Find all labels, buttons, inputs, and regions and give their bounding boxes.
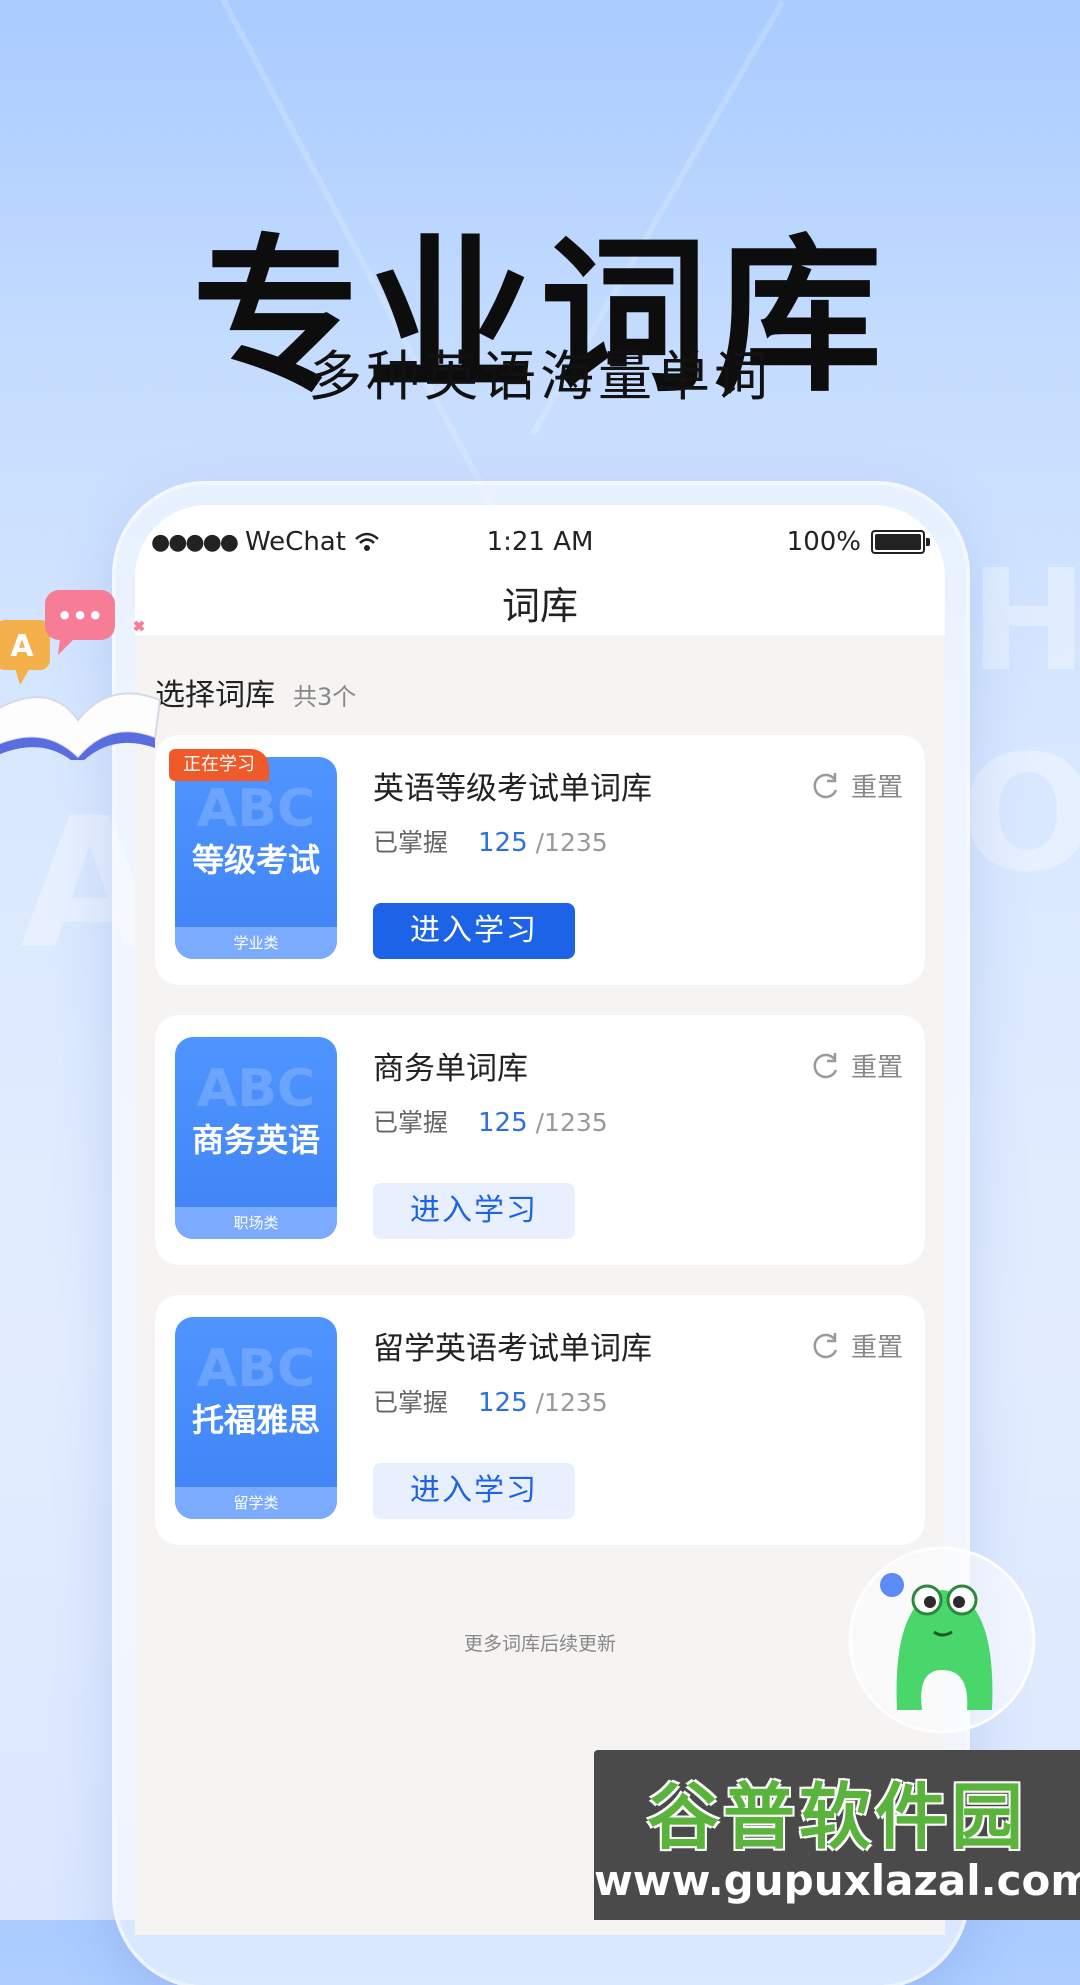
enter-study-button[interactable]: 进入学习	[373, 1183, 575, 1239]
bubble-letter: A	[10, 629, 34, 664]
mastered-count: 125	[478, 828, 528, 858]
hero-subtitle: 多种英语海量单词	[308, 345, 772, 408]
watermark-title: 谷普软件园	[646, 1775, 1027, 1859]
cover-category: 职场类	[175, 1207, 337, 1239]
total-count: /1235	[535, 1388, 608, 1417]
battery-info: 100%	[786, 527, 930, 557]
wordbank-cover: ABC 等级考试 学业类	[175, 757, 337, 959]
reset-button[interactable]: 重置	[809, 1327, 903, 1364]
site-watermark: 谷普软件园 www.gupuxlazal.com	[594, 1750, 1080, 1920]
refresh-icon	[813, 772, 838, 798]
cover-category: 留学类	[175, 1487, 337, 1519]
reset-label: 重置	[850, 1333, 903, 1363]
cover-watermark: ABC	[196, 1059, 316, 1119]
more-wordbanks-note: 更多词库后续更新	[463, 1633, 616, 1655]
mastered-count: 125	[478, 1388, 528, 1418]
progress-info: 已掌握 125 /1235	[373, 823, 608, 859]
total-count: /1235	[535, 828, 608, 857]
section-header: 选择词库 共3个	[155, 670, 356, 714]
page-title: 词库	[501, 584, 578, 628]
mastered-label: 已掌握	[373, 1388, 449, 1417]
cover-category: 学业类	[175, 927, 337, 959]
wordbank-name: 商务单词库	[373, 1051, 528, 1087]
mastered-count: 125	[478, 1108, 528, 1138]
mascot-illustration	[848, 1546, 1036, 1734]
cover-title: 商务英语	[191, 1121, 320, 1159]
cover-title: 托福雅思	[191, 1401, 320, 1439]
progress-info: 已掌握 125 /1235	[373, 1103, 608, 1139]
reset-button[interactable]: 重置	[809, 1047, 903, 1084]
mastered-label: 已掌握	[373, 828, 449, 857]
total-count: /1235	[535, 1108, 608, 1137]
enter-study-button[interactable]: 进入学习	[373, 903, 575, 959]
reset-label: 重置	[850, 773, 903, 803]
battery-percent: 100%	[786, 527, 861, 557]
mastered-label: 已掌握	[373, 1108, 449, 1137]
wordbank-name: 英语等级考试单词库	[373, 771, 652, 807]
reset-label: 重置	[850, 1053, 903, 1083]
learning-badge: 正在学习	[169, 749, 269, 781]
wordbank-cover: ABC 托福雅思 留学类	[175, 1317, 337, 1519]
section-count: 共3个	[293, 683, 357, 711]
wordbank-name: 留学英语考试单词库	[373, 1331, 652, 1367]
progress-info: 已掌握 125 /1235	[373, 1383, 608, 1419]
book-illustration: A •••	[0, 590, 162, 760]
refresh-icon	[813, 1332, 838, 1358]
wordbank-card[interactable]: ABC 商务英语 职场类 商务单词库 已掌握 125 /1235 重置 进入学习	[155, 1015, 925, 1265]
bubble-dots: •••	[57, 602, 103, 630]
wordbank-card[interactable]: ABC 托福雅思 留学类 留学英语考试单词库 已掌握 125 /1235 重置 …	[155, 1295, 925, 1545]
cover-title: 等级考试	[191, 841, 320, 879]
battery-icon	[871, 530, 930, 554]
refresh-icon	[813, 1052, 838, 1078]
watermark-url: www.gupuxlazal.com	[594, 1856, 1080, 1905]
background-letter: O	[960, 720, 1080, 907]
status-bar: ●●●●● WeChat 1:21 AM 100% 词库	[135, 505, 945, 635]
wordbank-card[interactable]: ABC 等级考试 学业类 正在学习 英语等级考试单词库 已掌握 125 /123…	[155, 735, 925, 985]
app-screen: ●●●●● WeChat 1:21 AM 100% 词库 选择词库 共3个 AB…	[135, 505, 945, 1935]
cover-watermark: ABC	[196, 1339, 316, 1399]
section-title: 选择词库	[155, 678, 275, 713]
wordbank-cover: ABC 商务英语 职场类	[175, 1037, 337, 1239]
enter-study-button[interactable]: 进入学习	[373, 1463, 575, 1519]
reset-button[interactable]: 重置	[809, 767, 903, 804]
background-letter: H	[970, 540, 1080, 703]
cover-watermark: ABC	[196, 779, 316, 839]
